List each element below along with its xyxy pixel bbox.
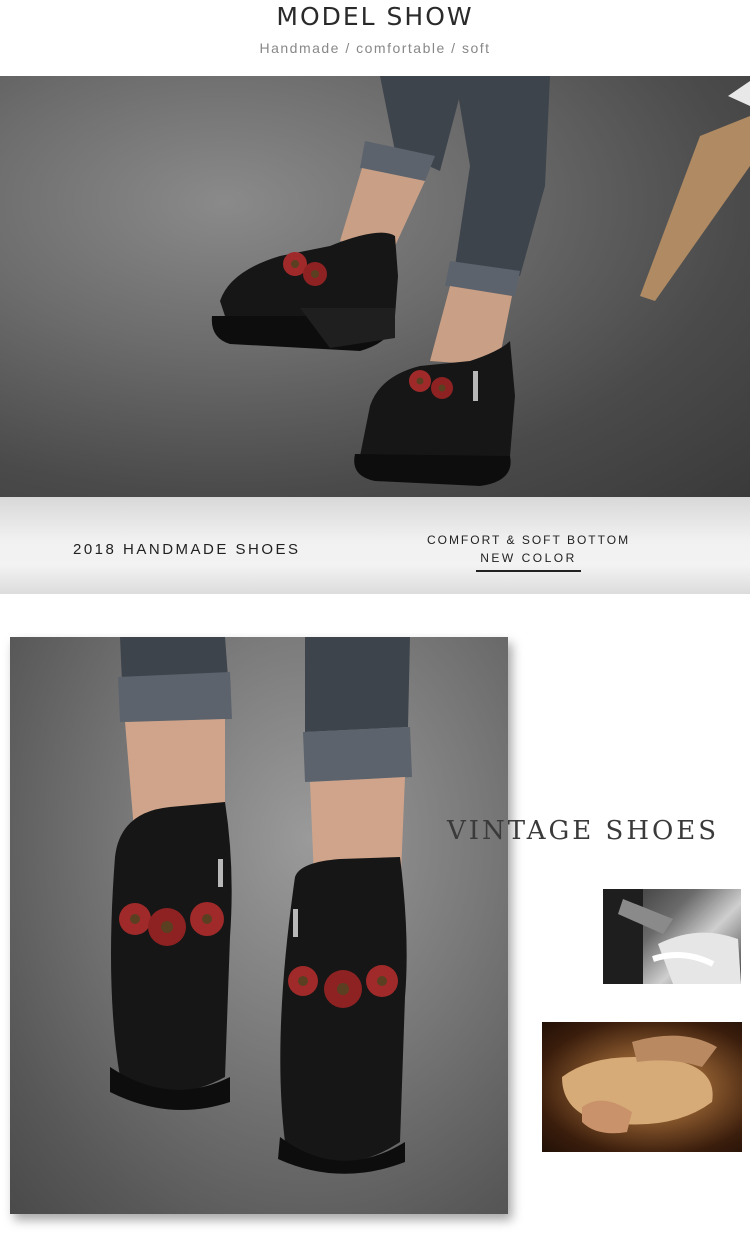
craft-photo-leather (542, 1022, 742, 1152)
band-headline: 2018 HANDMADE SHOES (73, 541, 301, 558)
page-title: MODEL SHOW (276, 2, 474, 31)
model-photo-side-illustration (211, 76, 750, 486)
vintage-heading: VINTAGE SHOES (447, 816, 720, 846)
craft-photo-stitching (603, 889, 741, 984)
model-photo-front (10, 637, 508, 1214)
model-photo-front-illustration (110, 637, 412, 1174)
band-new-color-text: NEW COLOR (480, 551, 577, 565)
craft-photo-leather-illustration (562, 1035, 717, 1134)
band-underline (476, 570, 581, 572)
page-subtitle: Handmade / comfortable / soft (259, 40, 491, 56)
band-feature-text: COMFORT & SOFT BOTTOM (426, 533, 631, 547)
craft-photo-stitching-illustration (603, 889, 741, 984)
model-photo-side (0, 76, 750, 497)
